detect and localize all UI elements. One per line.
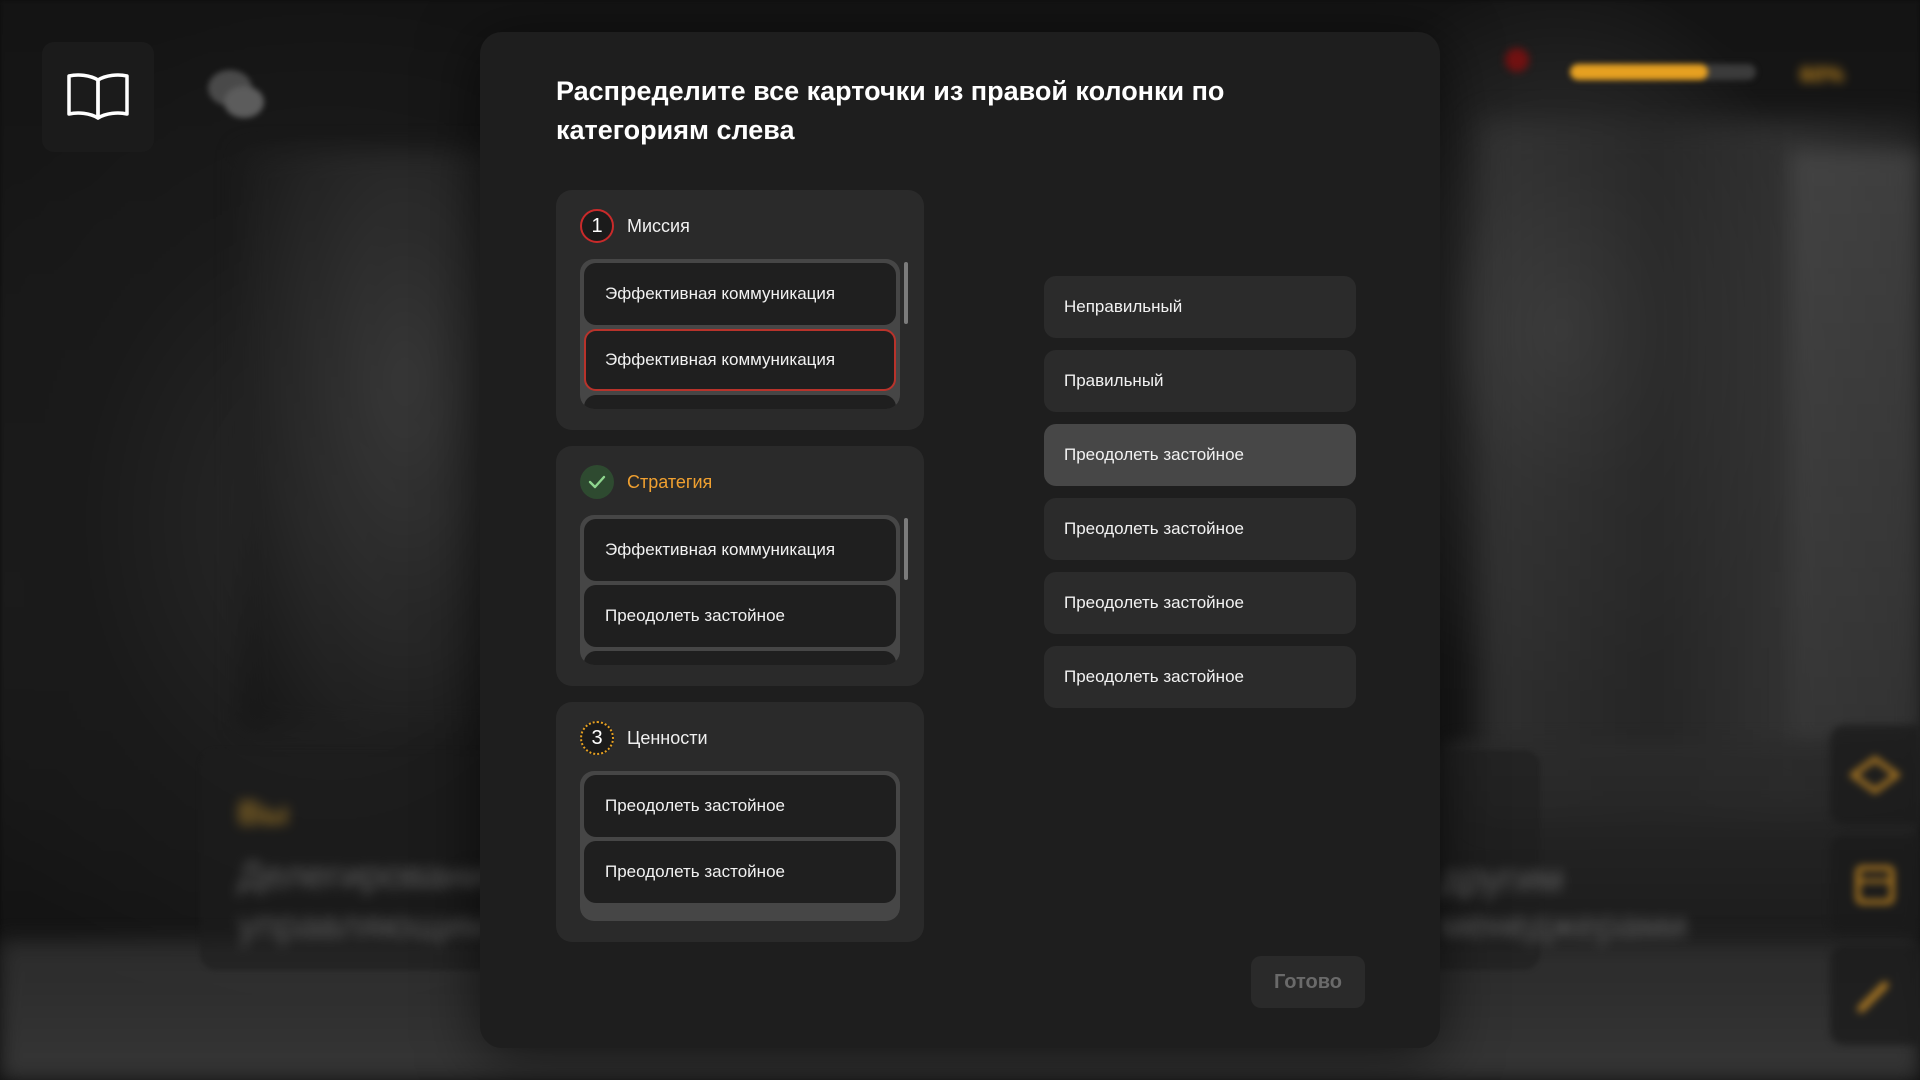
scrollbar[interactable] [904, 518, 908, 580]
handbook-button[interactable] [42, 42, 154, 152]
scrollbar[interactable] [904, 262, 908, 324]
dialogue-line: другим [1440, 858, 1564, 900]
dialogue-line: управляющим [238, 905, 490, 947]
check-icon [580, 465, 614, 499]
diamond-icon [1849, 755, 1901, 795]
tool-button[interactable] [1830, 835, 1920, 935]
category-header: Стратегия [580, 464, 712, 500]
done-button[interactable]: Готово [1251, 956, 1365, 1008]
placed-card[interactable]: Эффективная коммуникация [584, 263, 896, 325]
answer-card[interactable]: Преодолеть застойное [1044, 498, 1356, 560]
game-screen: Вы Делегирование управляющим другим мене… [0, 0, 1920, 1080]
answer-card-selected[interactable]: Преодолеть застойное [1044, 424, 1356, 486]
category-drop-zone[interactable]: Эффективная коммуникация Преодолеть заст… [580, 515, 900, 665]
progress-fill [1570, 64, 1708, 80]
category-label: Миссия [627, 215, 690, 236]
category-header: 3 Ценности [580, 720, 708, 756]
answer-card[interactable]: Неправильный [1044, 276, 1356, 338]
dialogue-line: менеджерами [1440, 905, 1687, 947]
record-indicator [1505, 48, 1529, 72]
category-mission[interactable]: 1 Миссия Эффективная коммуникация Эффект… [556, 190, 924, 430]
dialogue-line: Делегирование [238, 855, 509, 897]
category-number-badge: 1 [580, 209, 614, 243]
placed-card[interactable]: Преодолеть застойное [584, 841, 896, 903]
category-number-badge: 3 [580, 721, 614, 755]
answer-card[interactable]: Преодолеть застойное [1044, 572, 1356, 634]
tool-button[interactable] [1830, 725, 1920, 825]
category-drop-zone[interactable]: Преодолеть застойное Преодолеть застойно… [580, 771, 900, 921]
category-label: Ценности [627, 727, 708, 748]
dialogue-speaker: Вы [238, 795, 289, 831]
book-icon [67, 73, 129, 120]
category-header: 1 Миссия [580, 208, 690, 244]
pencil-icon [1857, 981, 1889, 1013]
progress-percent: 60% [1800, 62, 1845, 87]
placed-card[interactable]: Преодолеть застойное [584, 775, 896, 837]
background-window [1790, 150, 1920, 750]
task-title: Распределите все карточки из правой коло… [556, 76, 1225, 145]
progress-bar [1570, 64, 1756, 80]
box-icon [1855, 865, 1895, 905]
placed-card[interactable]: Эффективная коммуникация [584, 519, 896, 581]
category-label: Стратегия [627, 471, 713, 492]
answer-card[interactable]: Преодолеть застойное [1044, 646, 1356, 708]
category-strategy[interactable]: Стратегия Эффективная коммуникация Преод… [556, 446, 924, 686]
category-drop-zone[interactable]: Эффективная коммуникация Эффективная ком… [580, 259, 900, 409]
answer-card[interactable]: Правильный [1044, 350, 1356, 412]
chat-button[interactable] [200, 62, 272, 128]
category-values[interactable]: 3 Ценности Преодолеть застойное Преодоле… [556, 702, 924, 942]
chat-icon [208, 70, 264, 118]
sorting-task-modal: Распределите все карточки из правой коло… [480, 32, 1440, 1048]
placed-card-partial[interactable] [584, 651, 896, 665]
tool-button[interactable] [1830, 945, 1920, 1045]
placed-card-error[interactable]: Эффективная коммуникация [584, 329, 896, 391]
placed-card[interactable]: Преодолеть застойное [584, 585, 896, 647]
placed-card-partial[interactable] [584, 395, 896, 409]
